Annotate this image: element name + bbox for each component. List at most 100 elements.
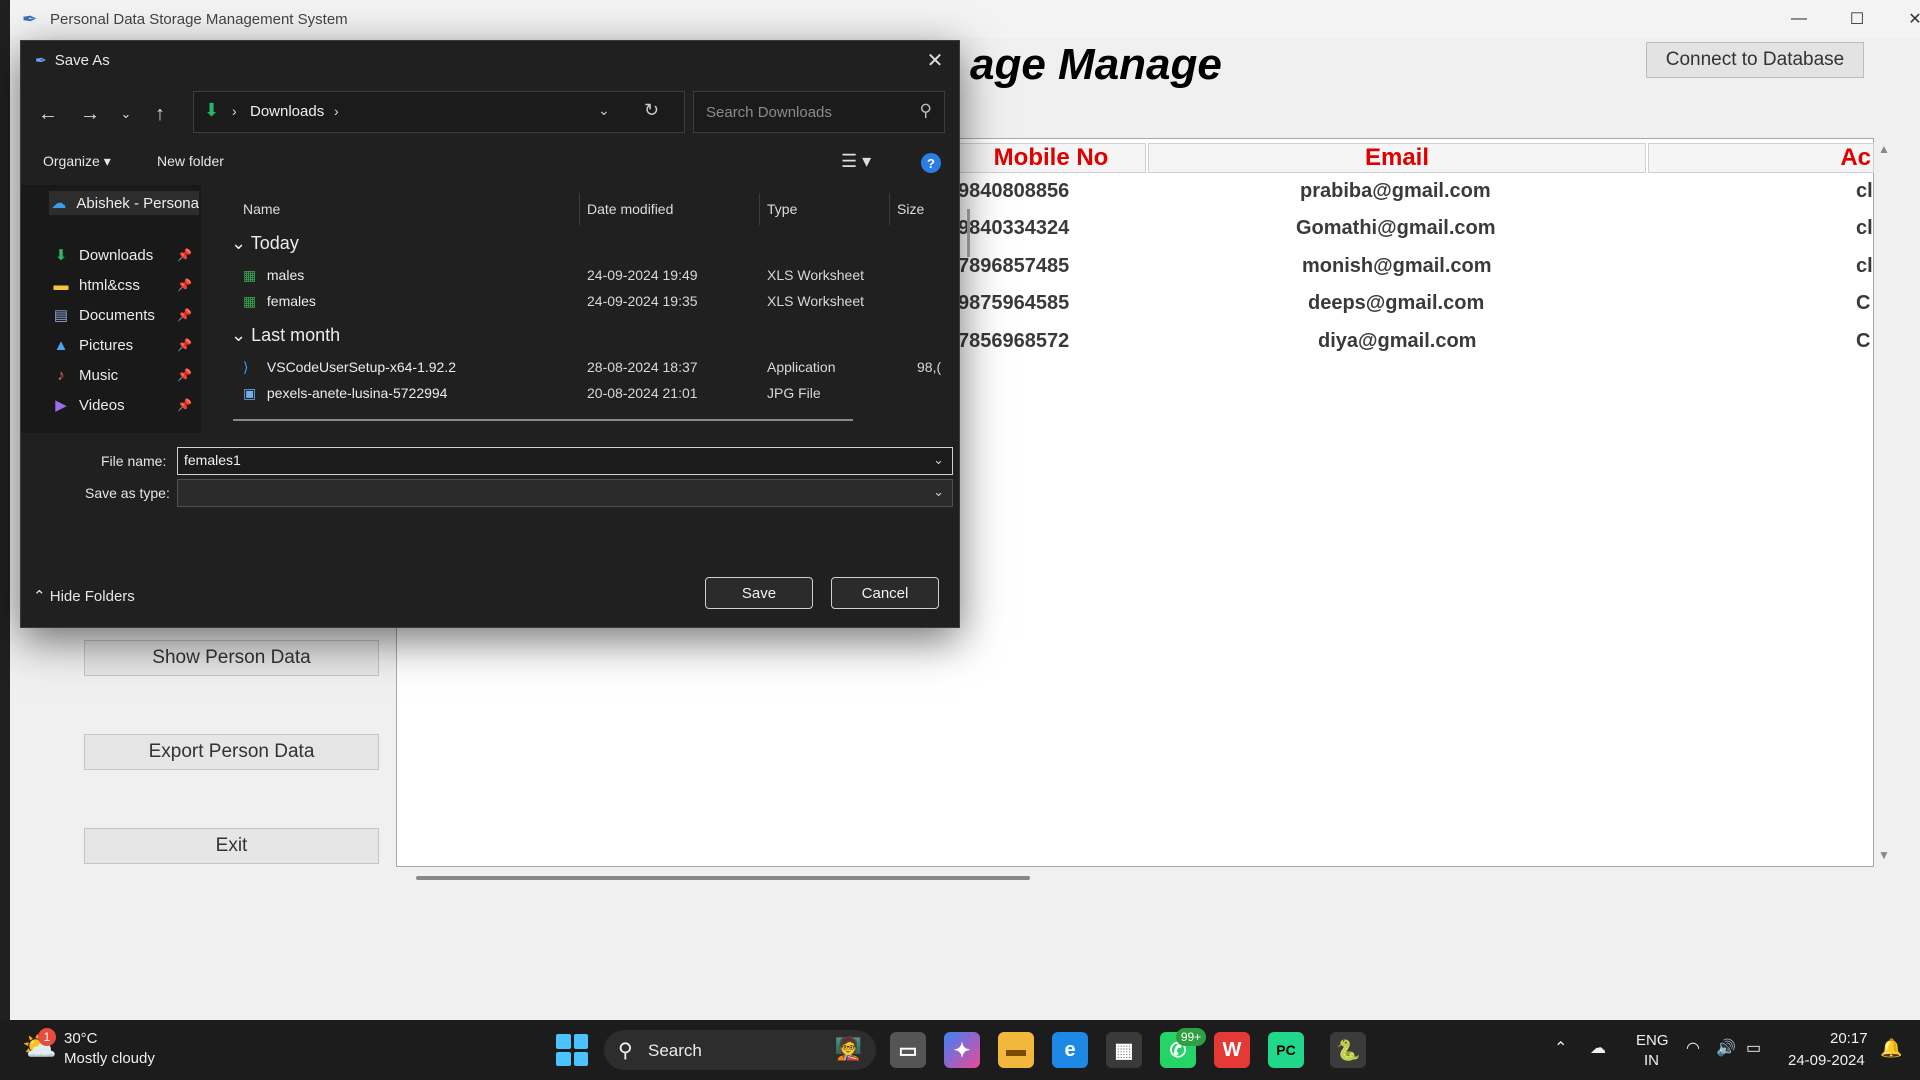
address-bar[interactable]: ⬇ › Downloads › ⌄ ↻ [193, 91, 685, 133]
save-button[interactable]: Save [705, 577, 813, 609]
scroll-down-icon[interactable]: ▼ [1878, 848, 1890, 862]
show-person-data-button[interactable]: Show Person Data [84, 640, 379, 676]
table-horizontal-scrollbar[interactable] [416, 876, 1030, 880]
up-arrow-icon[interactable]: ↑ [145, 99, 175, 129]
file-list-vertical-scrollbar[interactable] [967, 209, 970, 257]
address-dropdown-chevron-icon[interactable]: ⌄ [598, 102, 610, 119]
scroll-up-icon[interactable]: ▲ [1878, 142, 1890, 156]
file-row-pexels[interactable]: ▣ pexels-anete-lusina-5722994 [243, 385, 447, 407]
weather-description[interactable]: Mostly cloudy [64, 1050, 155, 1067]
dialog-title: Save As [54, 51, 110, 69]
export-person-data-button[interactable]: Export Person Data [84, 734, 379, 770]
dialog-close-icon[interactable]: ✕ [911, 41, 959, 79]
downloads-icon: ⬇ [204, 100, 220, 120]
save-as-dialog: ✒ Save As ✕ ← → ⌄ ↑ ⬇ › Downloads › ⌄ ↻ … [20, 40, 970, 628]
file-row-males[interactable]: ▦ males [243, 267, 304, 289]
edge-icon[interactable]: e [1052, 1032, 1088, 1068]
breadcrumb-downloads[interactable]: Downloads [250, 103, 324, 120]
table-vertical-scrollbar[interactable]: ▲ ▼ [1874, 138, 1894, 867]
wifi-icon[interactable]: ◠ [1686, 1038, 1700, 1058]
file-type: XLS Worksheet [767, 293, 865, 309]
nav-item-videos[interactable]: ▶ Videos [51, 393, 124, 417]
group-label: Last month [251, 325, 341, 345]
refresh-icon[interactable]: ↻ [644, 100, 659, 121]
wps-office-icon[interactable]: W [1214, 1032, 1250, 1068]
chevron-down-icon[interactable]: ⌄ [933, 452, 944, 468]
save-type-select[interactable]: ⌄ [177, 479, 953, 507]
file-date: 20-08-2024 21:01 [587, 385, 698, 401]
pycharm-icon[interactable]: PC [1268, 1032, 1304, 1068]
onedrive-tray-icon[interactable]: ☁ [1590, 1038, 1606, 1058]
clock-time[interactable]: 20:17 [1830, 1030, 1868, 1047]
folder-icon: ▬ [53, 276, 69, 294]
cell-ac: cl [1856, 180, 1873, 202]
nav-item-downloads[interactable]: ⬇ Downloads [51, 243, 154, 267]
volume-icon[interactable]: 🔊 [1716, 1038, 1736, 1058]
forward-arrow-icon[interactable]: → [75, 99, 105, 129]
language-indicator[interactable]: ENG [1636, 1032, 1669, 1049]
music-icon: ♪ [57, 366, 65, 384]
file-row-females[interactable]: ▦ females [243, 293, 316, 315]
chevron-up-icon: ⌃ [33, 588, 46, 605]
hide-folders-button[interactable]: ⌃ Hide Folders [33, 587, 135, 605]
search-icon: ⚲ [618, 1040, 633, 1062]
col-header-name[interactable]: Name [243, 201, 280, 217]
nav-item-html-css[interactable]: ▬ html&css [51, 273, 140, 297]
copilot-icon[interactable]: ✦ [944, 1032, 980, 1068]
back-arrow-icon[interactable]: ← [33, 99, 63, 129]
exit-button[interactable]: Exit [84, 828, 379, 864]
hide-folders-label: Hide Folders [49, 588, 135, 605]
file-type: Application [767, 359, 836, 375]
search-downloads-input[interactable]: Search Downloads ⚲ [693, 91, 945, 133]
file-list-horizontal-scrollbar[interactable] [233, 419, 853, 421]
dialog-toolbar: Organize ▾ New folder ☰ ▾ ? [21, 145, 959, 181]
col-email[interactable]: Email [1148, 143, 1646, 173]
task-view-icon[interactable]: ▭ [890, 1032, 926, 1068]
minimize-icon[interactable]: — [1770, 0, 1828, 38]
app-titlebar: ✒ Personal Data Storage Management Syste… [10, 0, 1920, 38]
col-address[interactable]: Ac [1648, 143, 1874, 173]
maximize-icon[interactable]: ☐ [1828, 0, 1886, 38]
help-icon[interactable]: ? [921, 153, 941, 173]
col-header-size[interactable]: Size [897, 201, 924, 217]
clock-date[interactable]: 24-09-2024 [1788, 1052, 1865, 1069]
file-explorer-icon[interactable]: ▬ [998, 1032, 1034, 1068]
region-indicator[interactable]: IN [1644, 1052, 1659, 1069]
python-app-icon[interactable]: 🐍 [1330, 1032, 1366, 1068]
battery-icon[interactable]: ▭ [1746, 1038, 1761, 1058]
group-last-month[interactable]: ⌄ Last month [231, 325, 340, 346]
organize-menu[interactable]: Organize ▾ [43, 153, 111, 170]
microsoft-store-icon[interactable]: ▦ [1106, 1032, 1142, 1068]
column-separator[interactable] [759, 193, 760, 225]
show-hidden-icons-chevron-icon[interactable]: ⌃ [1554, 1038, 1567, 1058]
start-button[interactable] [556, 1034, 588, 1066]
nav-item-documents[interactable]: ▤ Documents [51, 303, 155, 327]
file-name: males [266, 267, 305, 283]
new-folder-button[interactable]: New folder [157, 153, 224, 169]
cell-email: deeps@gmail.com [1308, 292, 1485, 314]
close-icon[interactable]: ✕ [1886, 0, 1920, 38]
pictures-icon: ▲ [53, 336, 69, 354]
column-separator[interactable] [579, 193, 580, 225]
recent-locations-chevron-icon[interactable]: ⌄ [111, 99, 141, 129]
weather-temperature[interactable]: 30°C [64, 1030, 98, 1047]
nav-item-music[interactable]: ♪ Music [51, 363, 118, 387]
col-header-type[interactable]: Type [767, 201, 797, 217]
breadcrumb-separator[interactable]: › [334, 103, 339, 119]
column-separator[interactable] [889, 193, 890, 225]
notification-bell-icon[interactable]: 🔔 [1880, 1038, 1902, 1059]
col-mobile[interactable]: Mobile No [956, 143, 1146, 173]
file-name-input[interactable]: females1 ⌄ [177, 447, 953, 475]
view-options-icon[interactable]: ☰ ▾ [841, 151, 871, 172]
nav-item-onedrive[interactable]: ☁ Abishek - Persona [49, 191, 199, 215]
col-header-date[interactable]: Date modified [587, 201, 673, 217]
cell-email: diya@gmail.com [1318, 330, 1477, 352]
taskbar-search[interactable]: ⚲ Search 🧑‍🏫 [604, 1030, 876, 1070]
videos-icon: ▶ [55, 397, 67, 414]
connect-database-button[interactable]: Connect to Database [1646, 42, 1864, 78]
group-today[interactable]: ⌄ Today [231, 233, 299, 254]
cancel-button[interactable]: Cancel [831, 577, 939, 609]
file-row-vscode[interactable]: ⟩ VSCodeUserSetup-x64-1.92.2 [243, 359, 456, 381]
chevron-down-icon[interactable]: ⌄ [933, 484, 944, 500]
nav-item-pictures[interactable]: ▲ Pictures [51, 333, 134, 357]
